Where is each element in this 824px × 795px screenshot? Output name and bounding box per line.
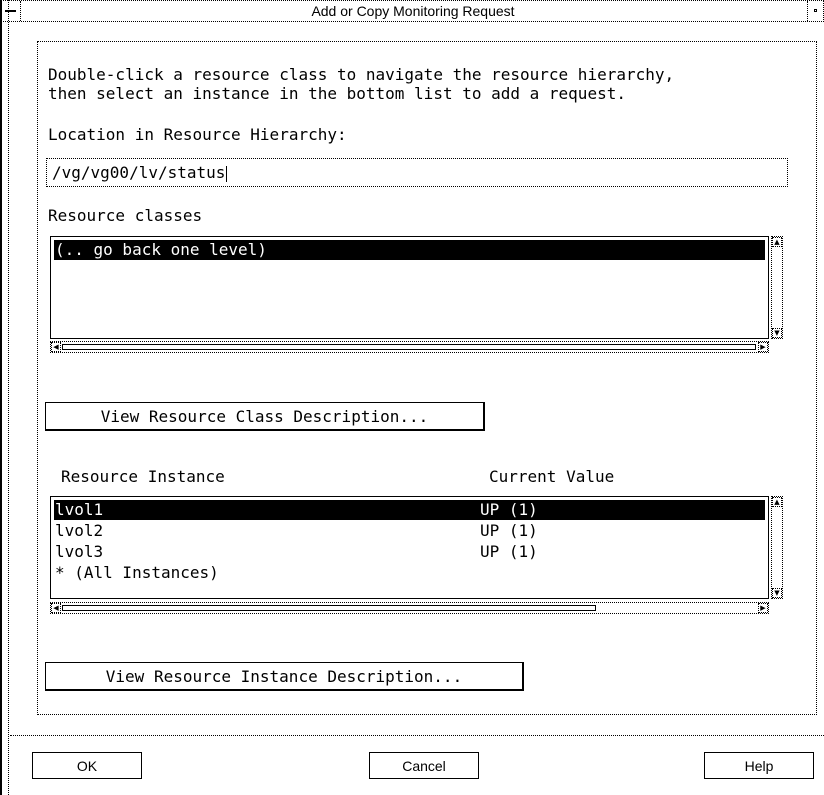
ok-button[interactable]: OK <box>32 752 142 779</box>
instance-current-value: UP (1) <box>480 521 538 540</box>
window-menu-icon <box>5 10 16 12</box>
scroll-down-button[interactable]: ▼ <box>772 328 782 338</box>
instance-name: * (All Instances) <box>55 563 219 582</box>
scroll-right-button[interactable]: ▶ <box>758 603 768 613</box>
location-label: Location in Resource Hierarchy: <box>48 125 347 144</box>
resource-instances-vscrollbar[interactable]: ▲ ▼ <box>771 496 783 599</box>
right-arrow-icon: ▶ <box>760 604 766 612</box>
footer-separator <box>10 735 824 736</box>
instance-name: lvol3 <box>55 542 104 561</box>
scroll-right-button[interactable]: ▶ <box>758 342 768 352</box>
title-bar[interactable]: Add or Copy Monitoring Request <box>0 0 824 22</box>
scroll-thumb[interactable] <box>62 344 756 350</box>
up-arrow-icon: ▲ <box>774 498 780 506</box>
window-inner-frame <box>8 0 10 795</box>
help-button[interactable]: Help <box>704 752 814 779</box>
resource-class-label: (.. go back one level) <box>55 240 267 259</box>
scroll-thumb[interactable] <box>62 605 596 611</box>
right-arrow-icon: ▶ <box>760 343 766 351</box>
scroll-up-button[interactable]: ▲ <box>772 497 782 507</box>
column-header-current-value: Current Value <box>489 467 615 486</box>
resource-classes-label: Resource classes <box>48 206 203 225</box>
up-arrow-icon: ▲ <box>774 238 780 246</box>
down-arrow-icon: ▼ <box>774 329 780 337</box>
instance-name: lvol1 <box>55 500 104 519</box>
text-cursor <box>226 165 228 182</box>
view-resource-class-description-button[interactable]: View Resource Class Description... <box>45 402 485 431</box>
down-arrow-icon: ▼ <box>774 589 780 597</box>
scroll-down-button[interactable]: ▼ <box>772 588 782 598</box>
resource-classes-vscrollbar[interactable]: ▲ ▼ <box>771 236 783 339</box>
cancel-button[interactable]: Cancel <box>369 752 479 779</box>
resource-instance-row[interactable]: lvol1 UP (1) <box>54 500 765 520</box>
resource-instances-list[interactable]: lvol1 UP (1) lvol2 UP (1) lvol3 UP (1) * (All … <box>50 496 769 599</box>
resource-instance-row[interactable]: lvol2 UP (1) <box>54 521 765 541</box>
scroll-left-button[interactable]: ◀ <box>51 342 61 352</box>
resource-classes-hscrollbar[interactable]: ◀ ▶ <box>50 341 769 353</box>
instance-current-value: UP (1) <box>480 500 538 519</box>
resource-classes-list[interactable]: (.. go back one level) <box>50 236 769 339</box>
resource-instances-hscrollbar[interactable]: ◀ ▶ <box>50 602 769 614</box>
location-input[interactable]: /vg/vg00/lv/status <box>46 158 788 187</box>
left-arrow-icon: ◀ <box>53 343 59 351</box>
window-title: Add or Copy Monitoring Request <box>311 3 515 19</box>
left-arrow-icon: ◀ <box>53 604 59 612</box>
view-resource-instance-description-button[interactable]: View Resource Instance Description... <box>45 662 524 691</box>
resource-instance-row[interactable]: * (All Instances) <box>54 563 765 583</box>
resource-instance-row[interactable]: lvol3 UP (1) <box>54 542 765 562</box>
instance-name: lvol2 <box>55 521 104 540</box>
scroll-left-button[interactable]: ◀ <box>51 603 61 613</box>
instance-current-value: UP (1) <box>480 542 538 561</box>
resource-class-item[interactable]: (.. go back one level) <box>54 240 765 260</box>
location-value: /vg/vg00/lv/status <box>52 163 226 182</box>
scroll-up-button[interactable]: ▲ <box>772 237 782 247</box>
minimize-button[interactable] <box>807 1 823 21</box>
window-menu-button[interactable] <box>1 1 21 21</box>
minimize-icon <box>814 9 817 12</box>
instructions-line-1: Double-click a resource class to navigat… <box>48 65 675 84</box>
instructions-line-2: then select an instance in the bottom li… <box>48 84 626 103</box>
column-header-resource-instance: Resource Instance <box>61 467 225 486</box>
